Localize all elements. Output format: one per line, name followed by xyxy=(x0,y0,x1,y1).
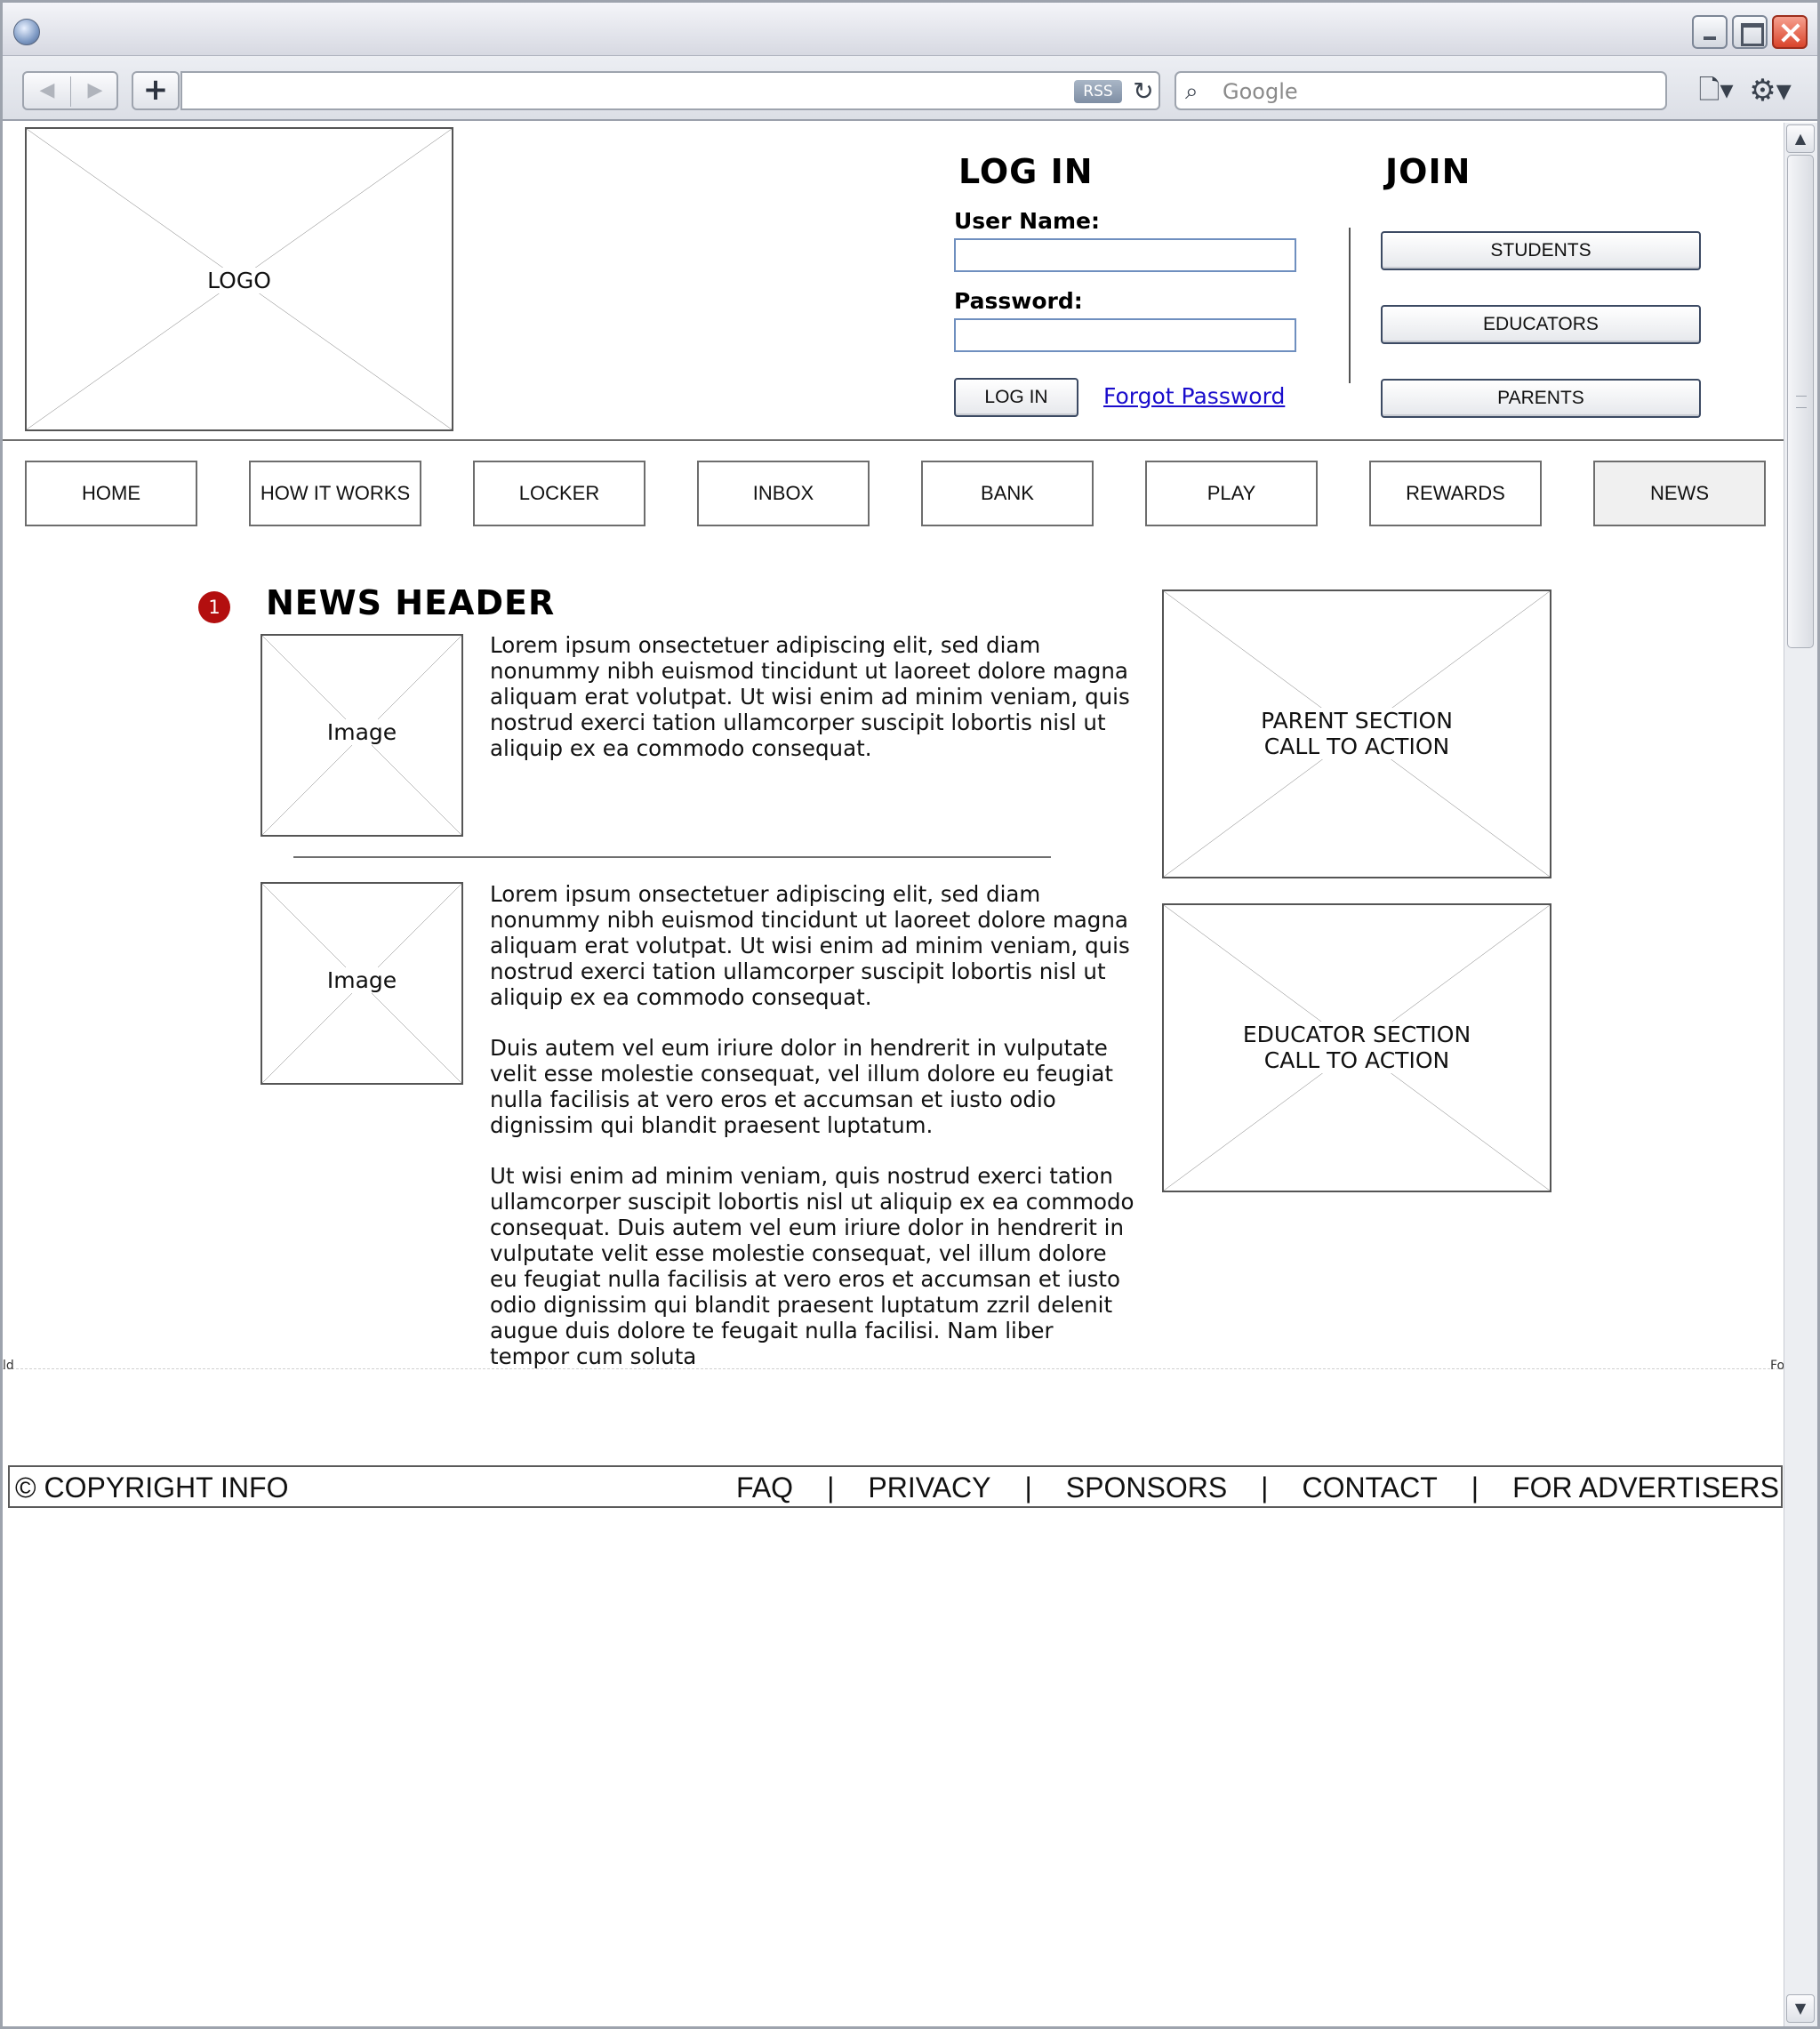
password-input[interactable] xyxy=(954,318,1296,352)
password-label: Password: xyxy=(954,288,1083,314)
reload-icon[interactable]: ↻ xyxy=(1130,75,1157,108)
article-2-paragraph-3: Ut wisi enim ad minim veniam, quis nostr… xyxy=(490,1163,1134,1369)
article-image-1: Image xyxy=(261,634,463,837)
join-students-button[interactable]: STUDENTS xyxy=(1381,231,1701,270)
footer-separator: | xyxy=(1471,1472,1479,1504)
rss-icon[interactable]: RSS xyxy=(1074,80,1122,103)
search-icon[interactable]: ⌕ xyxy=(1185,76,1199,107)
footer-link-contact[interactable]: CONTACT xyxy=(1302,1472,1437,1504)
footer: © COPYRIGHT INFO FAQ | PRIVACY | SPONSORS | CO… xyxy=(8,1465,1783,1508)
article-1-text: Lorem ipsum onsectetuer adipiscing elit,… xyxy=(490,632,1130,761)
copyright-info: © COPYRIGHT INFO xyxy=(15,1472,289,1504)
nav-news[interactable]: NEWS xyxy=(1593,461,1766,526)
nav-home[interactable]: HOME xyxy=(25,461,197,526)
header-divider xyxy=(3,439,1784,441)
history-nav-group: ◀ ▶ xyxy=(22,71,118,110)
article-image-2: Image xyxy=(261,882,463,1085)
scroll-up-arrow-icon[interactable]: ▲ xyxy=(1786,124,1815,153)
footer-separator: | xyxy=(827,1472,835,1504)
educator-cta[interactable]: EDUCATOR SECTION CALL TO ACTION xyxy=(1162,903,1551,1192)
search-input[interactable] xyxy=(1223,76,1649,107)
nav-bank[interactable]: BANK xyxy=(921,461,1094,526)
username-label: User Name: xyxy=(954,208,1100,234)
forgot-password-link[interactable]: Forgot Password xyxy=(1103,383,1285,409)
footer-link-privacy[interactable]: PRIVACY xyxy=(868,1472,990,1504)
scroll-down-arrow-icon[interactable]: ▼ xyxy=(1786,1994,1815,2023)
gear-icon[interactable]: ⚙▾ xyxy=(1745,73,1795,108)
fold-label-right: Fo xyxy=(1770,1359,1784,1373)
join-educators-button[interactable]: EDUCATORS xyxy=(1381,305,1701,344)
nav-separator xyxy=(70,76,71,107)
footer-link-sponsors[interactable]: SPONSORS xyxy=(1066,1472,1227,1504)
nav-how-it-works[interactable]: HOW IT WORKS xyxy=(249,461,421,526)
parent-cta-label: PARENT SECTION CALL TO ACTION xyxy=(1164,708,1550,759)
educator-cta-label: EDUCATOR SECTION CALL TO ACTION xyxy=(1164,1022,1550,1073)
article-image-1-label: Image xyxy=(262,719,461,745)
parent-cta[interactable]: PARENT SECTION CALL TO ACTION xyxy=(1162,589,1551,878)
browser-window: ◀ ▶ + RSS ↻ ⌕ 🗋▾ ⚙▾ LOGO LOG IN User Nam… xyxy=(0,0,1820,2029)
page-viewport: LOGO LOG IN User Name: Password: LOG IN … xyxy=(3,123,1784,2026)
minimize-button[interactable] xyxy=(1692,15,1728,49)
search-box[interactable]: ⌕ xyxy=(1175,71,1667,110)
article-image-2-label: Image xyxy=(262,967,461,993)
footer-separator: | xyxy=(1024,1472,1032,1504)
article-divider xyxy=(293,856,1051,858)
footer-links: FAQ | PRIVACY | SPONSORS | CONTACT | FOR ADVERTI… xyxy=(736,1471,1779,1504)
scrollbar-thumb[interactable] xyxy=(1787,155,1814,648)
news-header: NEWS HEADER xyxy=(266,583,556,622)
footer-link-faq[interactable]: FAQ xyxy=(736,1472,793,1504)
username-input[interactable] xyxy=(954,238,1296,272)
fold-label-left: ld xyxy=(3,1359,14,1373)
article-2-paragraph-1: Lorem ipsum onsectetuer adipiscing elit,… xyxy=(490,881,1130,1010)
page-icon[interactable]: 🗋▾ xyxy=(1694,73,1738,108)
plus-icon[interactable]: + xyxy=(132,71,180,110)
login-join-divider xyxy=(1349,228,1351,383)
title-bar xyxy=(3,3,1817,56)
join-parents-button[interactable]: PARENTS xyxy=(1381,379,1701,418)
maximize-button[interactable] xyxy=(1732,15,1768,49)
back-arrow-icon[interactable]: ◀ xyxy=(24,73,70,108)
close-button[interactable] xyxy=(1772,15,1808,49)
nav-inbox[interactable]: INBOX xyxy=(697,461,870,526)
logo-placeholder: LOGO xyxy=(25,127,453,431)
nav-locker[interactable]: LOCKER xyxy=(473,461,645,526)
browser-toolbar: ◀ ▶ + RSS ↻ ⌕ 🗋▾ ⚙▾ xyxy=(3,56,1817,121)
app-globe-icon xyxy=(13,19,40,45)
join-title: JOIN xyxy=(1385,152,1471,191)
footer-separator: | xyxy=(1261,1472,1269,1504)
login-title: LOG IN xyxy=(958,152,1094,191)
forward-arrow-icon[interactable]: ▶ xyxy=(72,73,118,108)
logo-label: LOGO xyxy=(27,268,452,293)
article-2-paragraph-2: Duis autem vel eum iriure dolor in hendr… xyxy=(490,1035,1114,1138)
nav-rewards[interactable]: REWARDS xyxy=(1369,461,1542,526)
annotation-badge: 1 xyxy=(198,591,230,623)
address-bar[interactable]: RSS ↻ xyxy=(180,71,1160,110)
vertical-scrollbar[interactable]: ▲ ▼ xyxy=(1784,123,1817,2026)
fold-line xyxy=(3,1368,1784,1369)
login-button[interactable]: LOG IN xyxy=(954,378,1078,417)
footer-link-for-advertisers[interactable]: FOR ADVERTISERS xyxy=(1512,1472,1779,1504)
nav-play[interactable]: PLAY xyxy=(1145,461,1318,526)
